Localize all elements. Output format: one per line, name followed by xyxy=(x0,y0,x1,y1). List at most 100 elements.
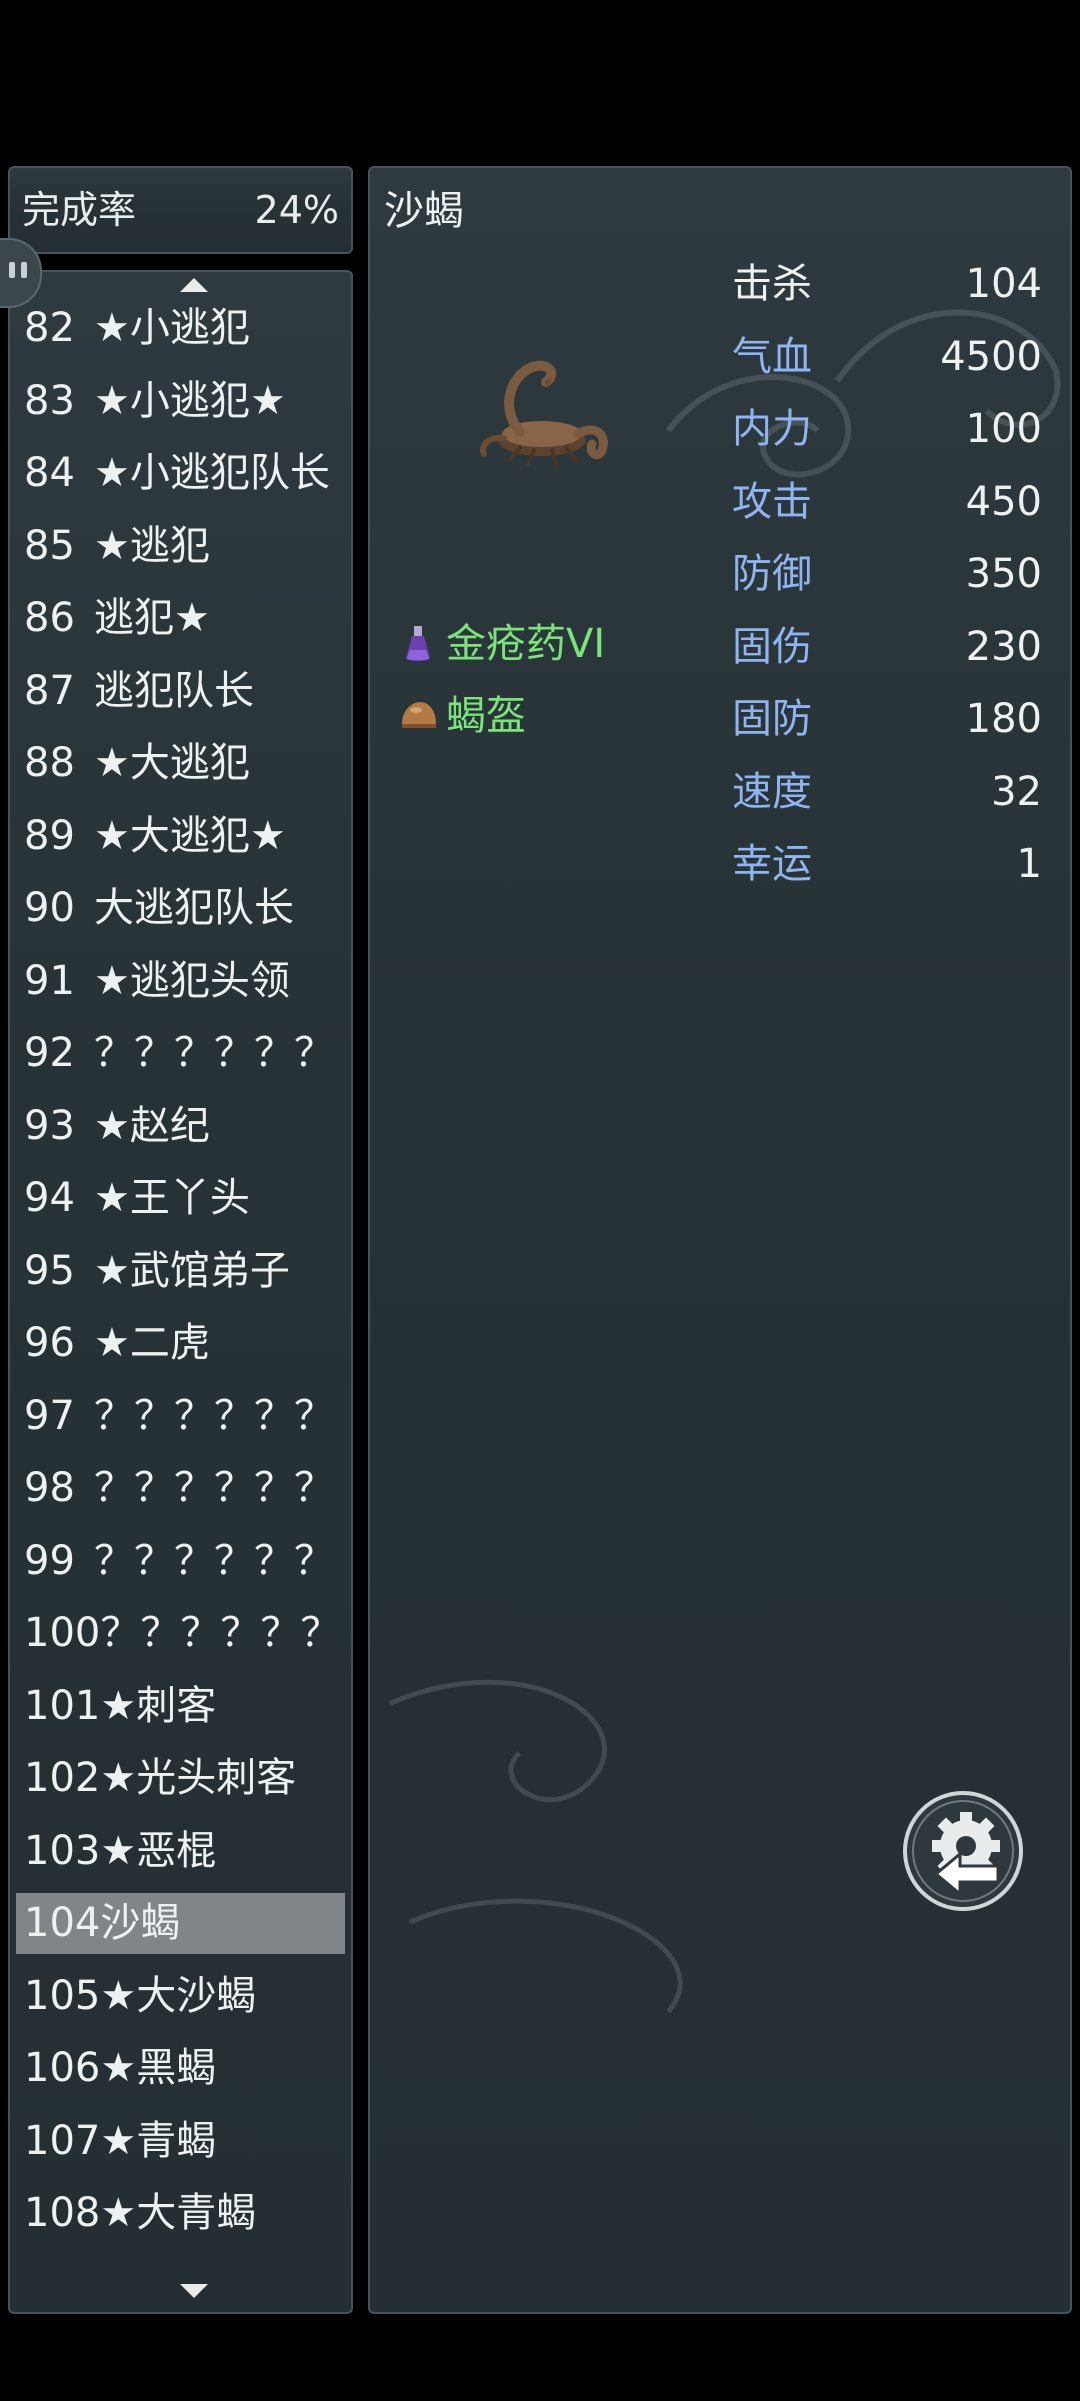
stat-row: 防御 350 xyxy=(732,538,1042,611)
enemy-list-text: 99 ？？？？？？ xyxy=(24,1538,334,1584)
enemy-list-item[interactable]: 87 逃犯队长 xyxy=(10,655,355,728)
enemy-list-item[interactable]: 90 大逃犯队长 xyxy=(10,872,355,945)
enemy-list-item[interactable]: 96 ★二虎 xyxy=(10,1307,355,1380)
enemy-list-panel[interactable]: 82 ★小逃犯 83 ★小逃犯★ 84 ★小逃犯队长 85 ★逃犯 86 逃犯★ 87 逃犯队长 88 ★… xyxy=(8,270,353,2314)
enemy-list-text: 102★光头刺客 xyxy=(24,1755,296,1801)
enemy-list-item[interactable]: 95 ★武馆弟子 xyxy=(10,1235,355,1308)
enemy-number: 91 xyxy=(24,957,75,1004)
enemy-name-label: ★王丫头 xyxy=(94,1175,250,1221)
enemy-number: 104 xyxy=(24,1900,101,1946)
enemy-list[interactable]: 82 ★小逃犯 83 ★小逃犯★ 84 ★小逃犯队长 85 ★逃犯 86 逃犯★ 87 逃犯队长 88 ★… xyxy=(10,292,355,2250)
enemy-number: 100 xyxy=(24,1610,101,1656)
enemy-name-label: ★黑蝎 xyxy=(100,2045,217,2091)
enemy-number: 88 xyxy=(24,740,75,786)
enemy-name-label: ？？？？？？ xyxy=(100,1610,341,1656)
screen: 完成率 24% 82 ★小逃犯 83 ★小逃犯★ 84 ★小逃犯队长 85 ★逃犯 86 逃犯★ 8… xyxy=(0,0,1080,2401)
completion-panel: 完成率 24% xyxy=(8,166,353,254)
enemy-list-item[interactable]: 92 ？？？？？？ xyxy=(10,1017,355,1090)
enemy-list-item[interactable]: 106★黑蝎 xyxy=(10,2032,355,2105)
enemy-name-label: 逃犯队长 xyxy=(94,667,254,714)
stat-row: 击杀 104 xyxy=(732,248,1042,321)
enemy-list-item[interactable]: 93 ★赵纪 xyxy=(10,1090,355,1163)
enemy-list-text: 89 ★大逃犯★ xyxy=(24,813,286,859)
enemy-list-item[interactable]: 102★光头刺客 xyxy=(10,1742,355,1815)
enemy-list-item[interactable]: 86 逃犯★ xyxy=(10,582,355,655)
enemy-list-item[interactable]: 85 ★逃犯 xyxy=(10,510,355,583)
enemy-list-text: 90 大逃犯队长 xyxy=(24,885,294,931)
enemy-name-label: ★恶棍 xyxy=(100,1827,217,1874)
enemy-number: 89 xyxy=(24,812,75,859)
enemy-list-item[interactable]: 101★刺客 xyxy=(10,1670,355,1743)
scroll-up-icon[interactable] xyxy=(180,278,208,292)
enemy-list-item[interactable]: 104沙蝎 xyxy=(10,1887,355,1960)
enemy-number: 86 xyxy=(24,595,75,641)
enemy-number: 102 xyxy=(24,1755,101,1801)
enemy-name-label: ★逃犯 xyxy=(94,522,210,569)
enemy-number: 93 xyxy=(24,1102,75,1149)
enemy-name-label: ★逃犯头领 xyxy=(94,957,290,1004)
enemy-name-label: ？？？？？？ xyxy=(94,1537,334,1584)
completion-label: 完成率 xyxy=(22,188,137,232)
stat-value: 32 xyxy=(991,768,1042,815)
enemy-list-item[interactable]: 84 ★小逃犯队长 xyxy=(10,437,355,510)
enemy-list-text: 95 ★武馆弟子 xyxy=(24,1248,290,1294)
enemy-name-label: ★大青蝎 xyxy=(100,2190,257,2236)
stat-label: 速度 xyxy=(732,768,812,815)
enemy-list-item[interactable]: 88 ★大逃犯 xyxy=(10,727,355,800)
enemy-name-label: ★刺客 xyxy=(100,1682,217,1729)
enemy-number: 94 xyxy=(24,1175,75,1221)
enemy-list-item[interactable]: 98 ？？？？？？ xyxy=(10,1452,355,1525)
enemy-list-item[interactable]: 107★青蝎 xyxy=(10,2105,355,2178)
stat-label: 击杀 xyxy=(732,261,812,307)
enemy-list-text: 98 ？？？？？？ xyxy=(24,1465,334,1511)
enemy-name: 沙蝎 xyxy=(384,188,464,234)
enemy-number: 103 xyxy=(24,1827,101,1874)
gear-back-icon[interactable] xyxy=(900,1788,1026,1914)
enemy-list-item[interactable]: 103★恶棍 xyxy=(10,1815,355,1888)
stat-row: 气血 4500 xyxy=(732,321,1042,394)
stat-row: 速度 32 xyxy=(732,756,1042,829)
stat-value: 104 xyxy=(965,261,1042,307)
stat-row: 幸运 1 xyxy=(732,828,1042,901)
enemy-list-text: 101★刺客 xyxy=(24,1683,216,1729)
enemy-list-item[interactable]: 91 ★逃犯头领 xyxy=(10,945,355,1018)
enemy-list-item[interactable]: 100？？？？？？ xyxy=(10,1597,355,1670)
enemy-list-text: 105★大沙蝎 xyxy=(24,1973,256,2019)
drop-item[interactable]: 蝎盔 xyxy=(398,680,605,752)
enemy-number: 92 xyxy=(24,1030,75,1076)
enemy-name-label: ？？？？？？ xyxy=(94,1392,334,1439)
enemy-name-label: 大逃犯队长 xyxy=(94,885,294,931)
enemy-list-item[interactable]: 83 ★小逃犯★ xyxy=(10,365,355,438)
enemy-list-item[interactable]: 82 ★小逃犯 xyxy=(10,292,355,365)
enemy-list-text: 85 ★逃犯 xyxy=(24,523,210,569)
scorpion-icon xyxy=(480,360,608,466)
enemy-number: 87 xyxy=(24,667,75,714)
enemy-list-item[interactable]: 97 ？？？？？？ xyxy=(10,1380,355,1453)
enemy-list-item[interactable]: 105★大沙蝎 xyxy=(10,1960,355,2033)
stat-row: 固伤 230 xyxy=(732,611,1042,684)
enemy-list-text: 100？？？？？？ xyxy=(24,1610,340,1656)
enemy-list-text: 106★黑蝎 xyxy=(24,2045,216,2091)
drop-item[interactable]: 金疮药VI xyxy=(398,608,605,680)
enemy-list-item[interactable]: 89 ★大逃犯★ xyxy=(10,800,355,873)
enemy-list-item[interactable]: 94 ★王丫头 xyxy=(10,1162,355,1235)
enemy-list-text: 107★青蝎 xyxy=(24,2118,216,2164)
enemy-number: 95 xyxy=(24,1247,75,1294)
enemy-list-text: 84 ★小逃犯队长 xyxy=(24,450,330,496)
enemy-number: 83 xyxy=(24,377,75,424)
stat-label: 幸运 xyxy=(732,841,812,887)
enemy-list-item[interactable]: 99 ？？？？？？ xyxy=(10,1525,355,1598)
enemy-number: 108 xyxy=(24,2190,101,2236)
enemy-name-label: ★大逃犯★ xyxy=(94,812,286,859)
stat-value: 1 xyxy=(1016,841,1042,887)
enemy-list-text: 86 逃犯★ xyxy=(24,595,210,641)
enemy-list-text: 87 逃犯队长 xyxy=(24,668,254,714)
enemy-name-label: ★武馆弟子 xyxy=(94,1247,290,1294)
stat-row: 攻击 450 xyxy=(732,466,1042,539)
scroll-down-icon[interactable] xyxy=(180,2284,208,2298)
enemy-name-label: 沙蝎 xyxy=(100,1900,181,1946)
enemy-list-item[interactable]: 108★大青蝎 xyxy=(10,2177,355,2250)
enemy-name-label: ？？？？？？ xyxy=(94,1465,334,1511)
stat-value: 450 xyxy=(965,478,1042,525)
stat-value: 4500 xyxy=(940,333,1042,380)
